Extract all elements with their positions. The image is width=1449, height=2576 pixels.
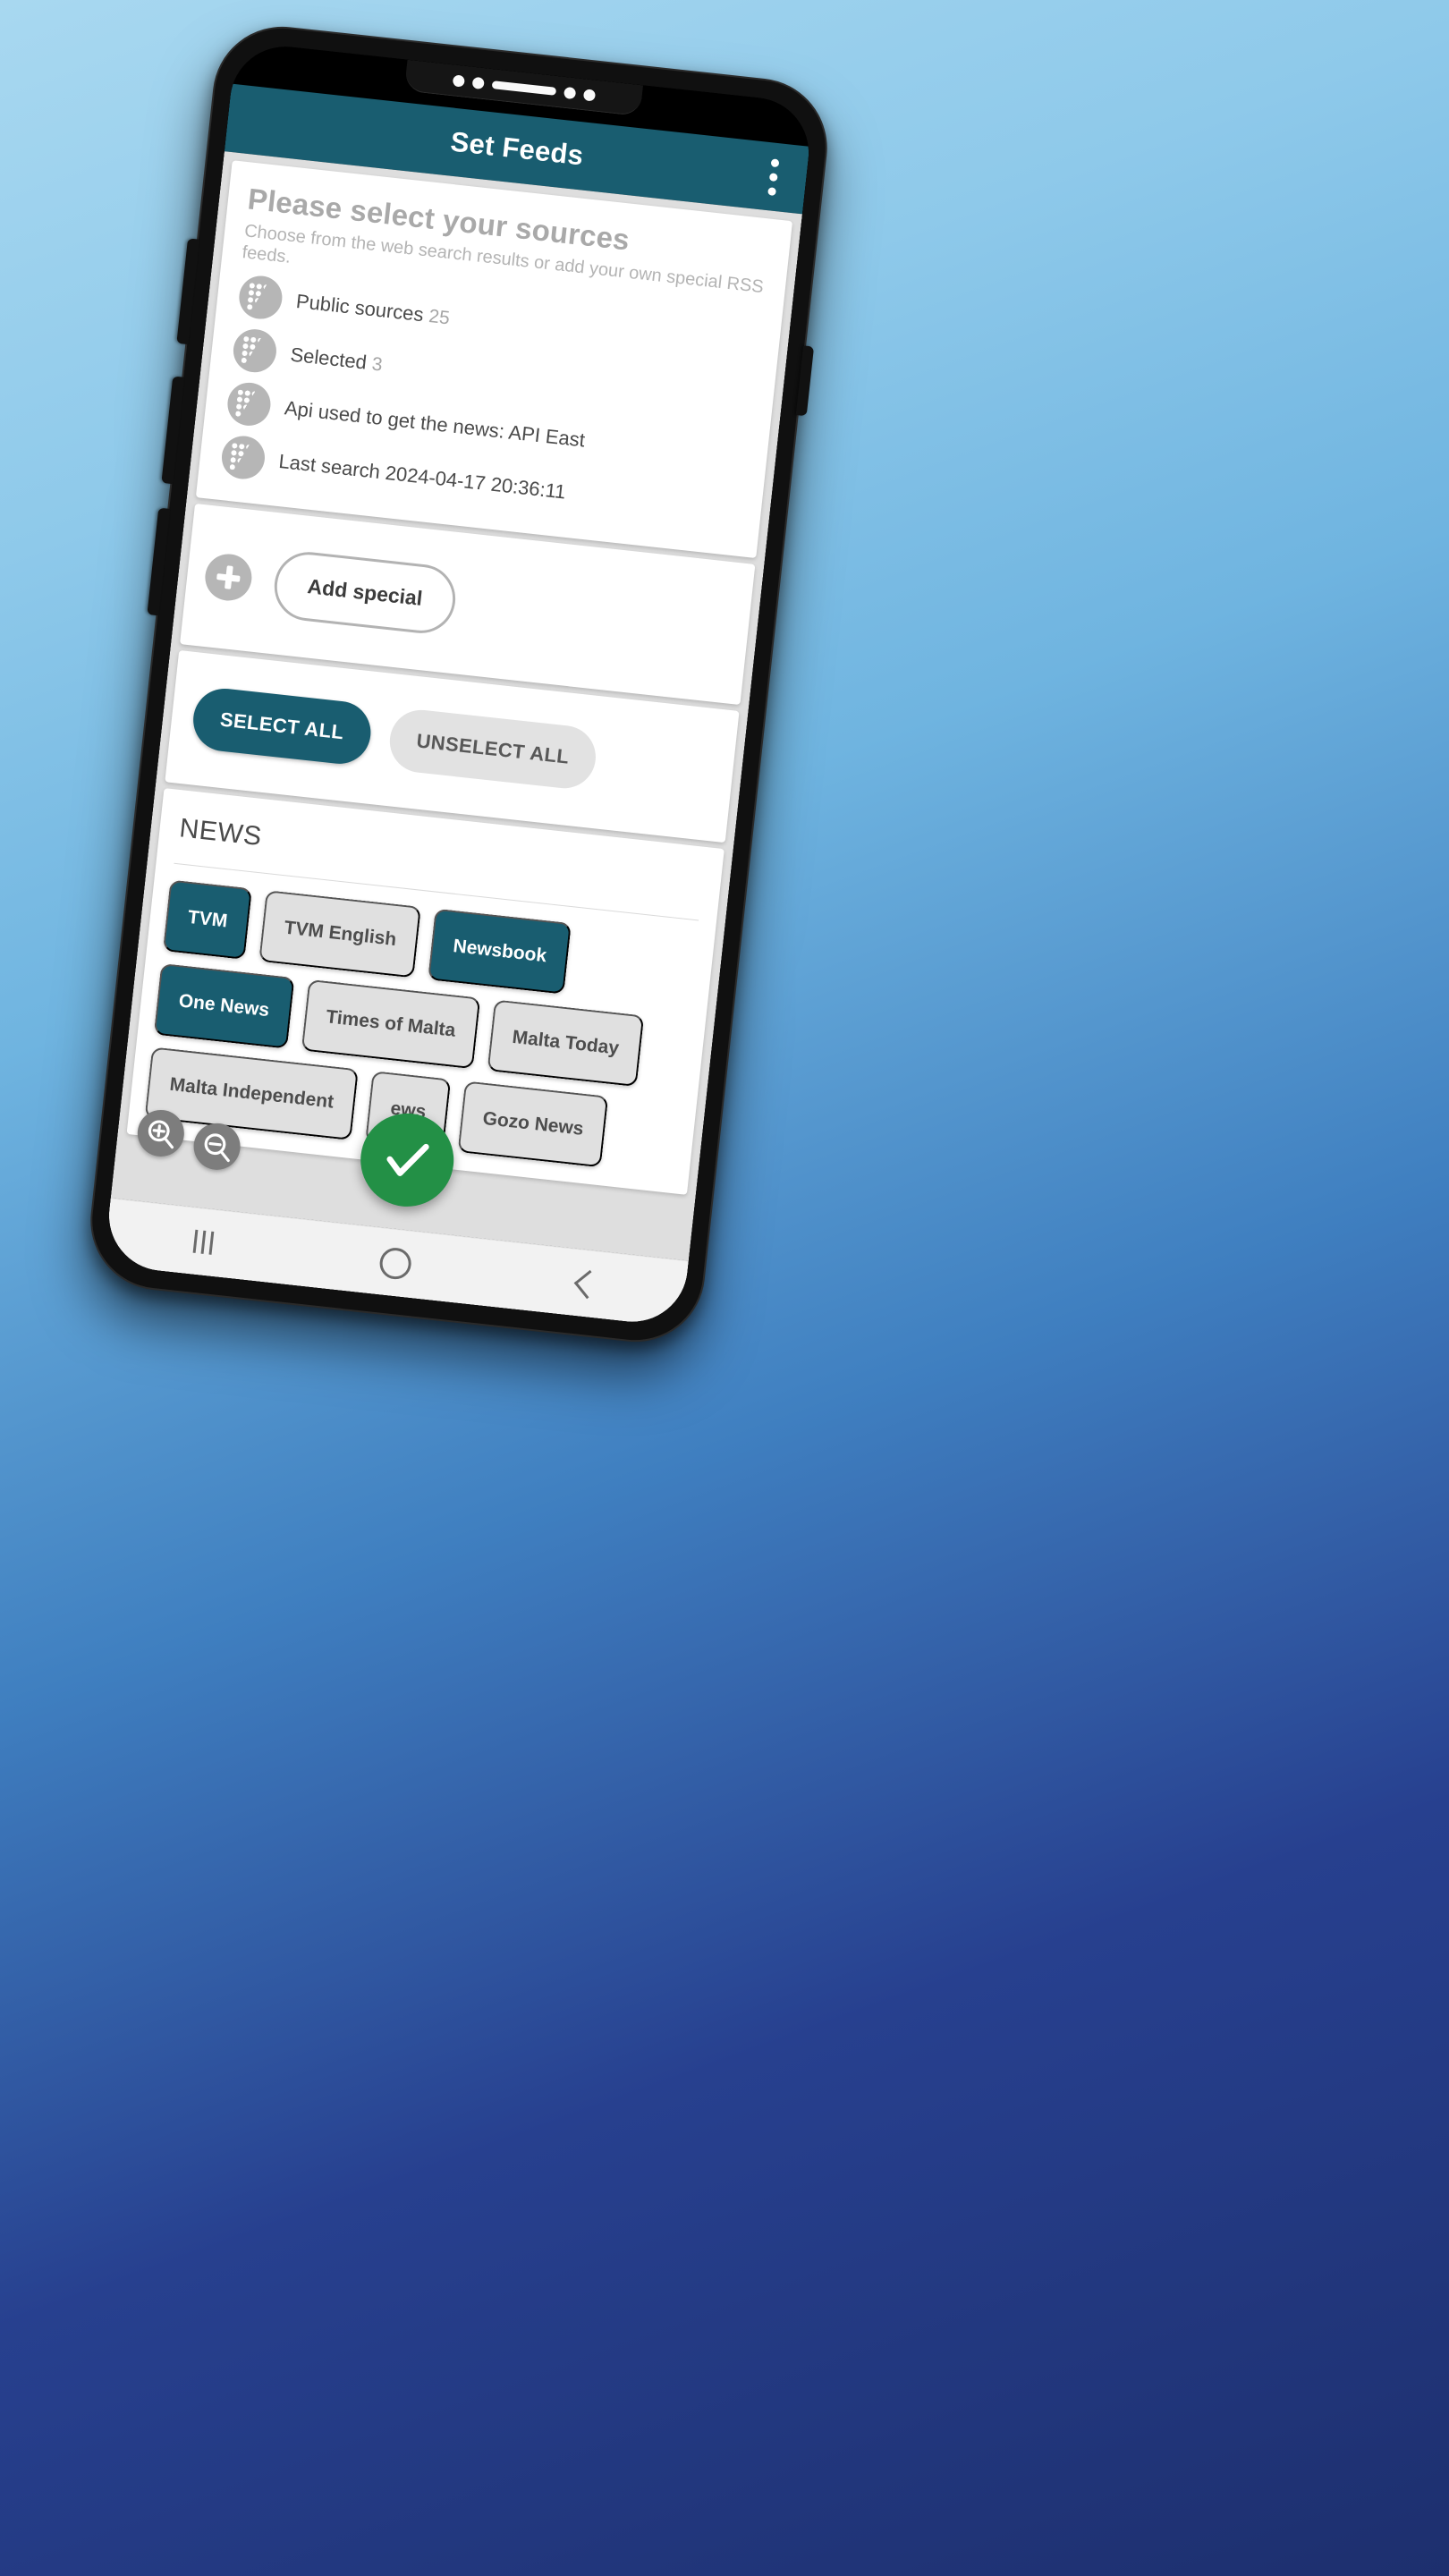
camera-icon (452, 73, 465, 88)
dots-grid-icon (236, 274, 284, 322)
unselect-all-button[interactable]: UNSELECT ALL (386, 707, 599, 792)
back-icon[interactable] (542, 1257, 636, 1311)
dots-grid-icon (225, 380, 273, 428)
phone-mockup: Set Feeds Please select your sources Cho… (83, 19, 835, 1350)
earpiece-speaker (491, 80, 556, 96)
source-chip[interactable]: Malta Today (487, 999, 645, 1088)
phone-volume-up-button[interactable] (176, 238, 200, 345)
phone-assistant-button[interactable] (147, 507, 171, 616)
check-icon (386, 1143, 429, 1176)
sensor-icon (471, 76, 485, 89)
home-icon[interactable] (349, 1236, 443, 1291)
phone-body: Set Feeds Please select your sources Cho… (83, 19, 835, 1350)
front-camera-icon (563, 86, 576, 99)
phone-volume-down-button[interactable] (161, 376, 185, 485)
info-row-value: 25 (428, 306, 451, 329)
plus-icon[interactable] (202, 552, 255, 604)
dots-grid-icon (231, 326, 279, 375)
recent-apps-icon[interactable] (157, 1216, 250, 1270)
source-chip[interactable]: Newsbook (428, 908, 572, 995)
source-chip[interactable]: One News (153, 963, 295, 1049)
info-row-label: Public sources 25 (294, 290, 451, 329)
dots-grid-icon (219, 434, 267, 482)
select-all-button[interactable]: SELECT ALL (190, 685, 374, 767)
source-chip[interactable]: Gozo News (457, 1080, 609, 1168)
more-vert-icon[interactable] (754, 152, 792, 202)
phone-power-button[interactable] (795, 345, 815, 417)
info-row-label: Selected 3 (289, 343, 384, 376)
info-row-value: 3 (370, 353, 384, 376)
proximity-sensor-icon (582, 88, 596, 102)
source-chip[interactable]: TVM (162, 879, 253, 961)
sources-info-card: Please select your sources Choose from t… (195, 160, 793, 559)
add-special-button[interactable]: Add special (270, 548, 460, 637)
wallpaper-background: Set Feeds Please select your sources Cho… (0, 0, 1449, 2576)
source-chip[interactable]: Times of Malta (301, 979, 481, 1070)
phone-screen: Set Feeds Please select your sources Cho… (103, 40, 815, 1328)
main-content: Please select your sources Choose from t… (110, 151, 803, 1261)
source-chip[interactable]: TVM English (258, 890, 422, 979)
